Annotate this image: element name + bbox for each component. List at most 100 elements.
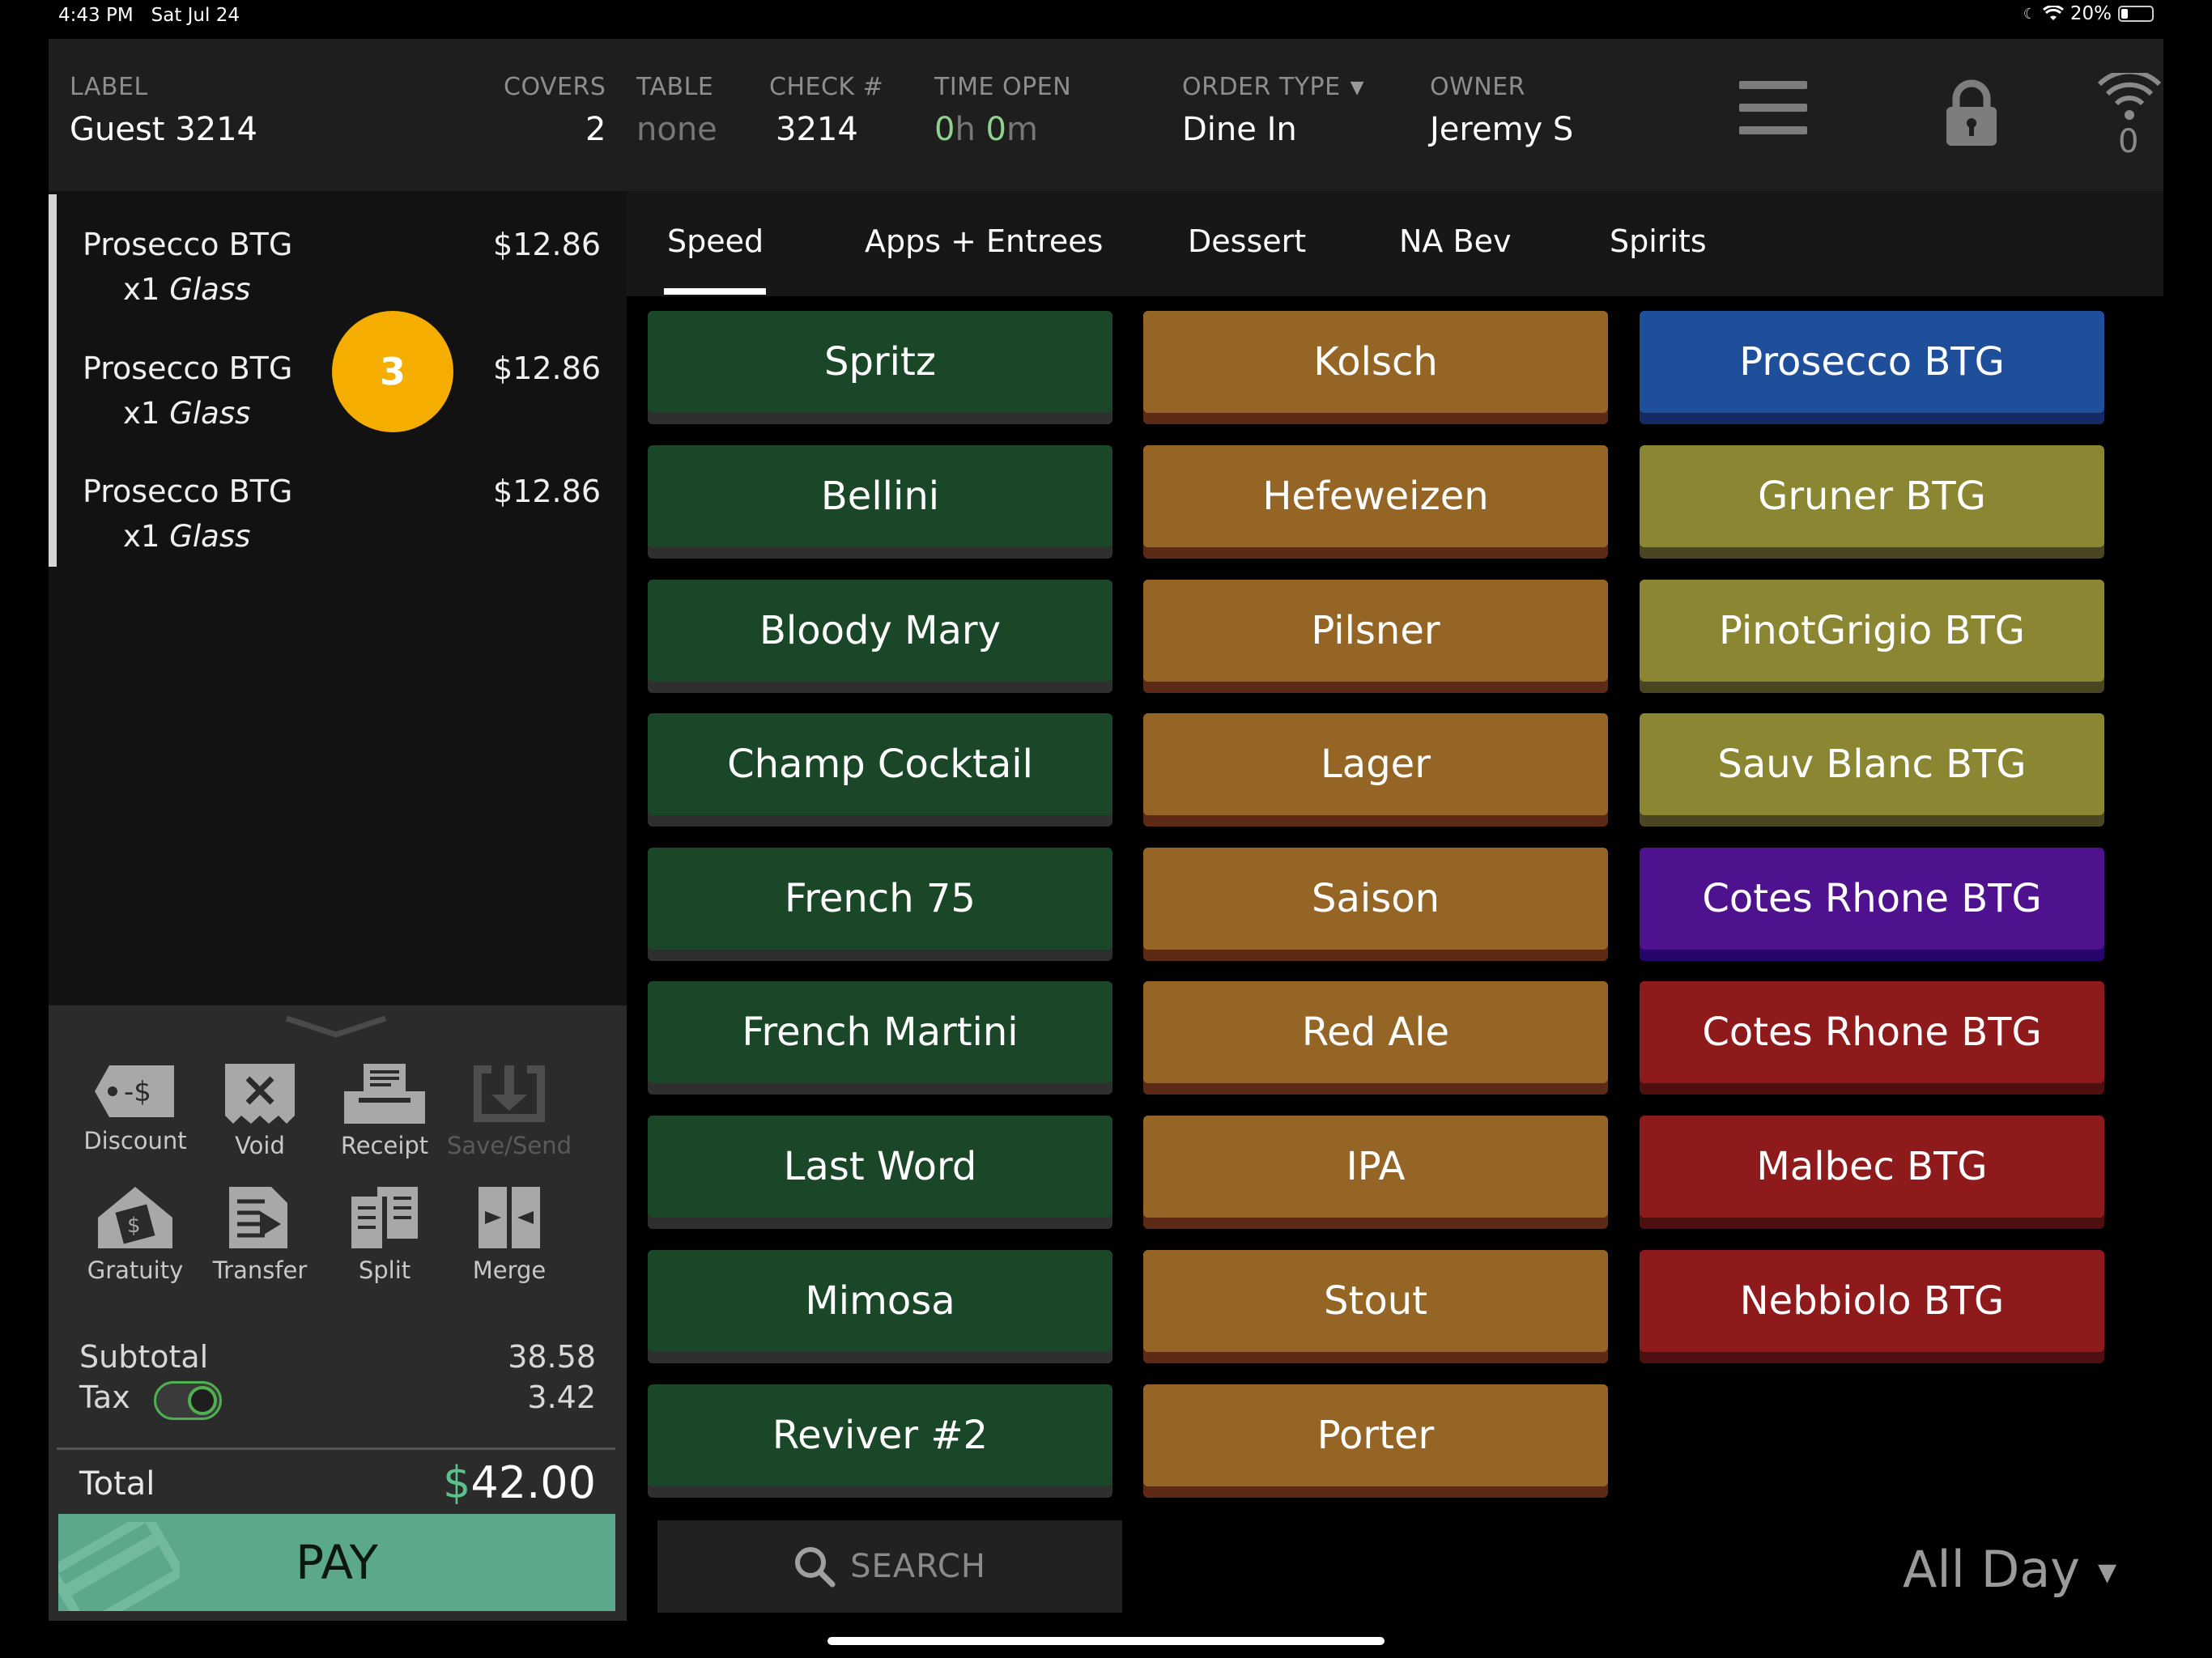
table-field[interactable]: TABLE none	[636, 73, 717, 148]
tab-spirits[interactable]: Spirits	[1610, 223, 1707, 259]
menu-item-hefeweizen[interactable]: Hefeweizen	[1143, 445, 1608, 547]
tax-toggle[interactable]	[154, 1381, 222, 1420]
menu-item-french-martini[interactable]: French Martini	[648, 981, 1112, 1083]
search-placeholder: SEARCH	[850, 1548, 986, 1585]
order-type-field[interactable]: ORDER TYPE ▼ Dine In	[1182, 73, 1364, 148]
order-item-name: Prosecco BTG	[83, 474, 293, 509]
transfer-button[interactable]: Transfer	[198, 1185, 322, 1284]
chevron-down-icon[interactable]	[283, 1014, 389, 1041]
discount-button[interactable]: -$ Discount	[73, 1062, 198, 1154]
discount-icon: -$	[95, 1065, 174, 1117]
owner-title: OWNER	[1430, 73, 1526, 101]
order-item-qty: x1	[123, 519, 160, 554]
tab-na-bev[interactable]: NA Bev	[1399, 223, 1511, 259]
gratuity-icon: $	[98, 1187, 172, 1248]
menu-item-spritz[interactable]: Spritz	[648, 311, 1112, 413]
menu-item-bloody-mary[interactable]: Bloody Mary	[648, 580, 1112, 682]
order-item-modifier: x1 Glass	[123, 519, 250, 554]
lock-icon[interactable]	[1943, 78, 2000, 147]
order-type-title: ORDER TYPE ▼	[1182, 73, 1364, 101]
order-item-name: Prosecco BTG	[83, 227, 293, 262]
menu-item-porter[interactable]: Porter	[1143, 1384, 1608, 1486]
order-item[interactable]: Prosecco BTG $12.86 x1 Glass	[83, 204, 601, 325]
menu-item-nebbiolo-btg[interactable]: Nebbiolo BTG	[1640, 1250, 2104, 1352]
order-item-modifier-name: Glass	[169, 272, 251, 307]
menu-item-cotes-rhone-btg-2[interactable]: Cotes Rhone BTG	[1640, 981, 2104, 1083]
merge-icon	[479, 1187, 540, 1248]
label-field[interactable]: LABEL Guest 3214	[70, 73, 257, 148]
menu-item-lager[interactable]: Lager	[1143, 713, 1608, 815]
order-item-price: $12.86	[493, 474, 601, 509]
search-button[interactable]: SEARCH	[657, 1520, 1122, 1613]
gratuity-button[interactable]: $ Gratuity	[73, 1185, 198, 1284]
menu-item-french-75[interactable]: French 75	[648, 848, 1112, 950]
save-send-icon	[474, 1065, 545, 1122]
status-time: 4:43 PM Sat Jul 24	[58, 5, 240, 26]
menu-item-pilsner[interactable]: Pilsner	[1143, 580, 1608, 682]
menu-icon[interactable]	[1739, 81, 1807, 141]
menu-item-mimosa[interactable]: Mimosa	[648, 1250, 1112, 1352]
status-date: Sat Jul 24	[151, 5, 240, 26]
order-scrollbar[interactable]	[49, 194, 57, 567]
receipt-button[interactable]: Receipt	[322, 1062, 447, 1159]
pay-label: PAY	[296, 1535, 378, 1590]
time-open-field: TIME OPEN 0h 0m	[934, 73, 1071, 148]
time-open-title: TIME OPEN	[934, 73, 1072, 101]
order-item[interactable]: Prosecco BTG $12.86 x1 Glass	[83, 451, 601, 572]
menu-item-pinotgrigio-btg[interactable]: PinotGrigio BTG	[1640, 580, 2104, 682]
void-label: Void	[235, 1132, 285, 1159]
tab-speed[interactable]: Speed	[667, 223, 764, 259]
tax-row: Tax 3.42	[79, 1380, 596, 1420]
menu-item-champ-cocktail[interactable]: Champ Cocktail	[648, 713, 1112, 815]
menu-item-prosecco-btg[interactable]: Prosecco BTG	[1640, 311, 2104, 413]
covers-field[interactable]: COVERS 2	[504, 73, 606, 148]
menu-item-malbec-btg[interactable]: Malbec BTG	[1640, 1116, 2104, 1218]
menu-item-stout[interactable]: Stout	[1143, 1250, 1608, 1352]
menu-item-gruner-btg[interactable]: Gruner BTG	[1640, 445, 2104, 547]
merge-button[interactable]: Merge	[447, 1185, 572, 1284]
menu-item-ipa[interactable]: IPA	[1143, 1116, 1608, 1218]
status-bar: 4:43 PM Sat Jul 24 ☾ 20%	[0, 0, 2212, 36]
wifi-icon[interactable]	[2097, 73, 2162, 123]
save-send-label: Save/Send	[447, 1132, 572, 1159]
daypart-label: All Day	[1903, 1540, 2080, 1599]
save-send-button[interactable]: Save/Send	[447, 1062, 572, 1159]
check-header: LABEL Guest 3214 COVERS 2 TABLE none CHE…	[49, 39, 2163, 191]
tab-apps-entrees[interactable]: Apps + Entrees	[865, 223, 1103, 259]
label-value: Guest 3214	[70, 111, 257, 148]
menu-item-reviver-2[interactable]: Reviver #2	[648, 1384, 1112, 1486]
search-icon	[795, 1547, 836, 1588]
menu-item-kolsch[interactable]: Kolsch	[1143, 311, 1608, 413]
discount-icon-text: -$	[124, 1076, 151, 1108]
owner-field[interactable]: OWNER Jeremy S	[1430, 73, 1573, 148]
battery-icon	[2118, 6, 2154, 22]
check-number-field: CHECK # 3214	[769, 73, 883, 148]
menu-item-saison[interactable]: Saison	[1143, 848, 1608, 950]
total-value: $42.00	[443, 1457, 596, 1508]
tax-value: 3.42	[527, 1380, 596, 1415]
daypart-selector[interactable]: All Day ▼	[1903, 1540, 2116, 1599]
total-amount: 42.00	[470, 1457, 596, 1508]
menu-item-cotes-rhone-btg[interactable]: Cotes Rhone BTG	[1640, 848, 2104, 950]
dnd-icon: ☾	[2023, 5, 2036, 23]
menu-item-bellini[interactable]: Bellini	[648, 445, 1112, 547]
split-button[interactable]: Split	[322, 1185, 447, 1284]
home-indicator[interactable]	[827, 1637, 1385, 1645]
pay-button[interactable]: PAY	[58, 1514, 615, 1611]
tab-dessert[interactable]: Dessert	[1188, 223, 1306, 259]
time-open-hours: 0	[934, 111, 955, 148]
void-button[interactable]: Void	[198, 1062, 322, 1159]
discount-label: Discount	[83, 1127, 187, 1154]
order-item-modifier-name: Glass	[169, 396, 251, 431]
menu-item-sauv-blanc-btg[interactable]: Sauv Blanc BTG	[1640, 713, 2104, 815]
order-item-modifier: x1 Glass	[123, 272, 250, 307]
menu-item-last-word[interactable]: Last Word	[648, 1116, 1112, 1218]
table-value: none	[636, 111, 717, 148]
menu-item-red-ale[interactable]: Red Ale	[1143, 981, 1608, 1083]
totals-divider	[57, 1448, 615, 1450]
battery-percent: 20%	[2069, 3, 2112, 24]
order-item-modifier: x1 Glass	[123, 396, 250, 431]
item-count-badge[interactable]: 3	[332, 311, 453, 432]
transfer-label: Transfer	[212, 1256, 308, 1284]
table-title: TABLE	[636, 73, 714, 101]
